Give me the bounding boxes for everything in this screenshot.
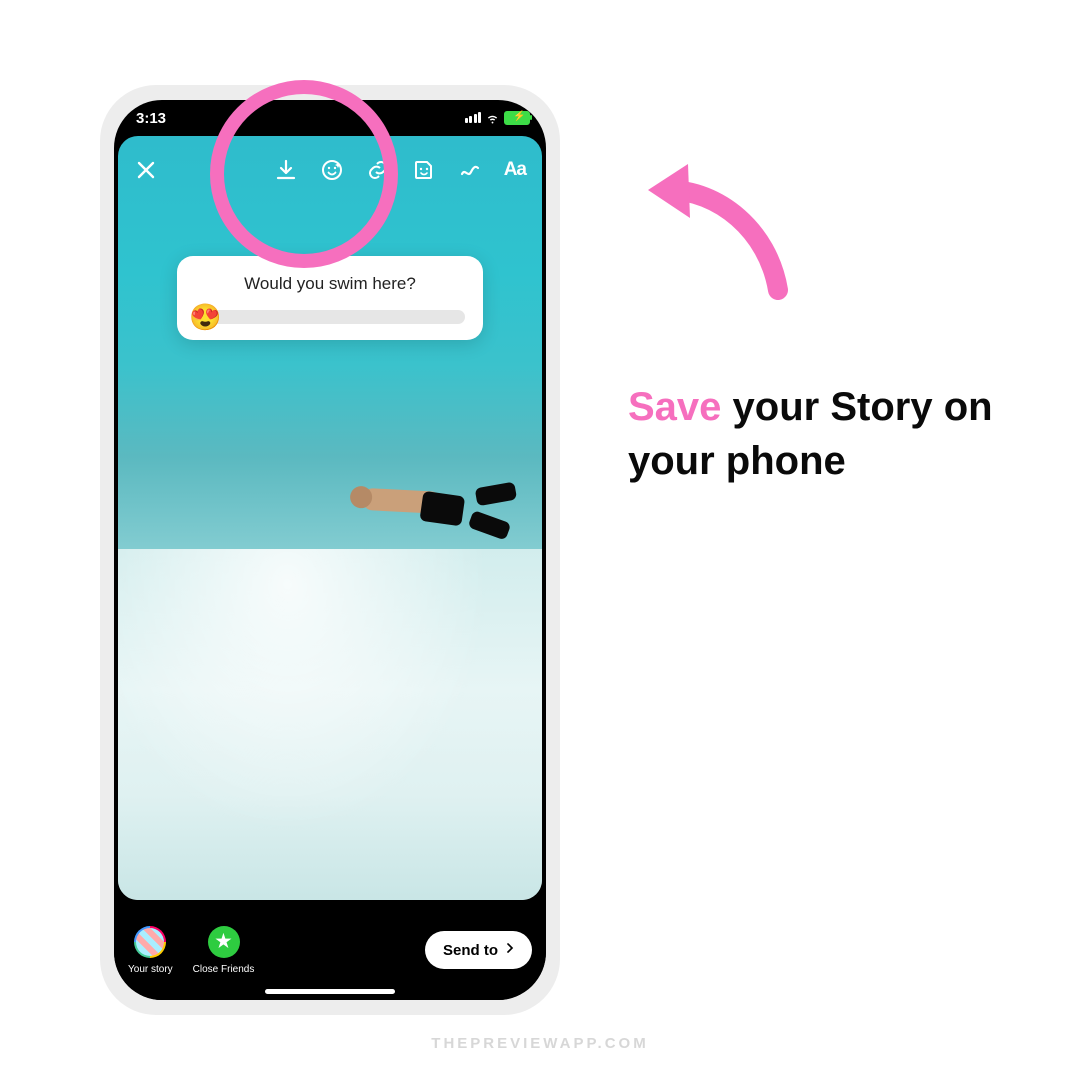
battery-icon: ⚡ [504,111,530,125]
poll-question: Would you swim here? [195,274,465,294]
swimmer-figure [318,459,515,545]
close-friends-icon: ★ [208,926,240,958]
heart-eyes-emoji-icon[interactable]: 😍 [189,302,221,333]
download-icon[interactable] [274,158,298,182]
underwater-sand [118,549,542,900]
emoji-slider-track[interactable]: 😍 [195,310,465,324]
face-filter-icon[interactable] [320,158,344,182]
callout-save-word: Save [628,385,721,429]
cellular-icon [465,112,482,123]
send-to-button[interactable]: Send to [425,931,532,969]
phone-frame: 3:13 ⚡ [114,100,546,1000]
wifi-icon [485,110,500,125]
close-friends-label: Close Friends [193,964,255,975]
chevron-right-icon [502,940,518,960]
story-canvas[interactable]: Aa Would you swim here? 😍 [118,136,542,900]
story-editor-toolbar: Aa [118,146,542,194]
text-tool-button[interactable]: Aa [504,159,526,181]
close-icon[interactable] [134,158,158,182]
sticker-icon[interactable] [412,158,436,182]
watermark: THEPREVIEWAPP.COM [0,1035,1080,1052]
callout-text: Save your Story on your phone [628,380,1008,488]
send-to-label: Send to [443,942,498,959]
draw-icon[interactable] [458,158,482,182]
phone-notch [235,100,425,130]
curved-arrow-icon [628,140,808,320]
home-indicator [265,989,395,994]
your-story-label: Your story [128,964,173,975]
close-friends-button[interactable]: ★ Close Friends [193,926,255,975]
emoji-slider-sticker[interactable]: Would you swim here? 😍 [177,256,483,340]
story-share-bar: Your story ★ Close Friends Send to [114,900,546,1000]
your-story-button[interactable]: Your story [128,926,173,975]
link-icon[interactable] [366,158,390,182]
status-time: 3:13 [136,110,166,127]
your-story-icon [134,926,166,958]
